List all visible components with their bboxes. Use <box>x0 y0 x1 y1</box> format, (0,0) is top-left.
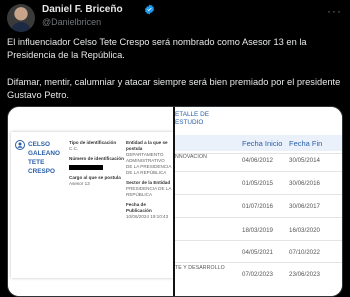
row-description: NNOVACION <box>175 154 207 160</box>
id-number-label: Número de identificación <box>69 156 124 161</box>
tweet-text-paragraph-2: Difamar, mentir, calumniar y atacar siem… <box>7 77 341 100</box>
person-icon <box>15 140 25 150</box>
author-handle[interactable]: @Danielbricen <box>42 17 101 27</box>
redaction-bar <box>69 165 103 170</box>
candidate-name-line: CELSO <box>28 141 51 148</box>
candidate-name-line: CRESPO <box>28 168 55 175</box>
table-header: Fecha Inicio Fecha Fin <box>175 135 342 151</box>
history-title: ETALLE DE ESTUDIO <box>175 111 209 127</box>
entity-value: DEPARTAMENTO ADMINISTRATIVO DE LA PRESID… <box>126 152 172 175</box>
entity-label: Entidad a la que se postula <box>126 140 168 151</box>
tweet: Daniel F. Briceño @Danielbricen ··· El i… <box>0 0 350 297</box>
row-end-date: 07/10/2022 <box>289 249 320 256</box>
row-start-date: 07/02/2023 <box>242 271 273 278</box>
position-value: Asesor 13 <box>69 181 90 186</box>
column-header-end-date: Fecha Fin <box>289 139 323 148</box>
history-title-line: ESTUDIO <box>175 119 204 126</box>
history-title-line: ETALLE DE <box>175 111 209 118</box>
pubdate-label: Fecha de Publicación <box>126 202 152 213</box>
tweet-text-paragraph-1: El influenciador Celso Tete Crespo será … <box>7 37 307 60</box>
sector-value: PRESIDENCIA DE LA REPÚBLICA <box>126 186 172 197</box>
tweet-media-image[interactable]: CELSO GALEANO TETE CRESPO Tipo de identi… <box>7 106 343 297</box>
candidate-name-line: GALEANO <box>28 150 60 157</box>
row-end-date: 30/06/2016 <box>289 180 320 187</box>
more-options-icon[interactable]: ··· <box>327 4 342 18</box>
row-end-date: 30/06/2017 <box>289 203 320 210</box>
column-header-start-date: Fecha Inicio <box>242 139 283 148</box>
candidate-name: CELSO GALEANO TETE CRESPO <box>28 140 64 176</box>
row-start-date: 04/05/2021 <box>242 249 273 256</box>
entity-column: Entidad a la que se postula DEPARTAMENTO… <box>126 140 172 224</box>
row-start-date: 18/03/2019 <box>242 227 273 234</box>
author-avatar[interactable] <box>7 4 35 32</box>
id-type-value: C.C. <box>69 146 79 151</box>
author-name[interactable]: Daniel F. Briceño <box>42 4 123 15</box>
history-table-area: ETALLE DE ESTUDIO Fecha Inicio Fecha Fin… <box>175 107 342 296</box>
row-start-date: 01/05/2015 <box>242 180 273 187</box>
row-start-date: 04/06/2012 <box>242 157 273 164</box>
identification-column: Tipo de identificación C.C. Número de id… <box>69 140 124 191</box>
row-start-date: 01/07/2016 <box>242 203 273 210</box>
profile-card: CELSO GALEANO TETE CRESPO Tipo de identi… <box>11 132 173 278</box>
candidate-name-line: TETE <box>28 159 45 166</box>
verified-badge-icon <box>144 4 155 15</box>
row-description: TE Y DESARROLLO <box>175 265 225 271</box>
row-end-date: 16/03/2020 <box>289 227 320 234</box>
pubdate-value: 10/06/2024 19:10:43 <box>126 214 169 219</box>
profile-card-area: CELSO GALEANO TETE CRESPO Tipo de identi… <box>8 107 173 296</box>
row-end-date: 23/06/2023 <box>289 271 320 278</box>
row-end-date: 30/05/2014 <box>289 157 320 164</box>
